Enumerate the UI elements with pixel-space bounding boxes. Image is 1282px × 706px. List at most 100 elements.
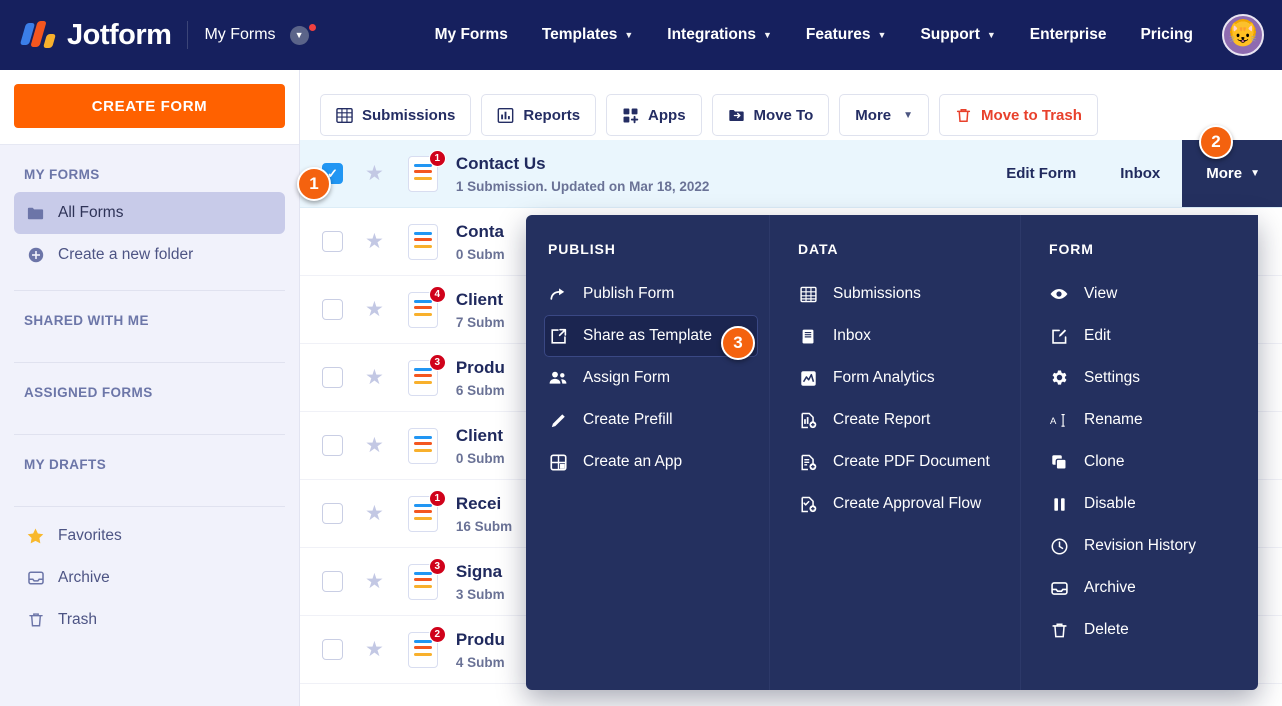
menu-item-inbox[interactable]: Inbox <box>794 315 1002 357</box>
row-meta: Produ 6 Subm <box>456 357 505 398</box>
inbox-button[interactable]: Inbox <box>1098 140 1182 207</box>
trash-red-icon <box>955 107 972 124</box>
nav-item-pricing[interactable]: Pricing <box>1123 18 1210 52</box>
menu-item-revision-history[interactable]: Revision History <box>1045 525 1240 567</box>
menu-item-create-prefill[interactable]: Create Prefill <box>544 399 758 441</box>
menu-item-create-report[interactable]: Create Report <box>794 399 1002 441</box>
menu-item-settings[interactable]: Settings <box>1045 357 1240 399</box>
form-title: Contact Us <box>455 153 546 173</box>
brand-area[interactable]: Jotform My Forms ▼ <box>0 19 316 52</box>
sidebar-item-archive[interactable]: Archive <box>14 557 285 599</box>
favorite-star-icon[interactable]: ★ <box>365 163 384 184</box>
menu-item-edit[interactable]: Edit <box>1045 315 1240 357</box>
row-meta: Contact Us 1 Submission. Updated on Mar … <box>456 153 710 194</box>
nav-label: Integrations <box>667 26 756 43</box>
brand-divider <box>187 21 189 49</box>
sidebar-section-assigned: ASSIGNED FORMS <box>0 363 299 420</box>
favorite-star-icon[interactable]: ★ <box>365 367 384 388</box>
sidebar-item-label: Archive <box>58 569 110 586</box>
step-badge-2: 2 <box>1199 125 1233 159</box>
nav-item-features[interactable]: Features ▼ <box>789 18 904 52</box>
sidebar-item-favorites[interactable]: Favorites <box>14 515 285 557</box>
table-row[interactable]: ✓ ★ 1 Contact Us 1 Submission. Updated o… <box>300 140 1282 208</box>
chevron-down-icon[interactable]: ▼ <box>289 25 309 45</box>
favorite-star-icon[interactable]: ★ <box>365 503 384 524</box>
menu-item-label: Create an App <box>583 453 683 470</box>
nav-item-integrations[interactable]: Integrations ▼ <box>650 18 789 52</box>
form-thumbnail-icon: 2 <box>407 625 446 668</box>
chevron-down-icon: ▼ <box>877 30 887 40</box>
menu-item-form-analytics[interactable]: Form Analytics <box>794 357 1002 399</box>
toolbar-button-label: Move To <box>753 106 814 124</box>
avatar[interactable]: 😺 <box>1222 14 1264 56</box>
sidebar-item-create-new-folder[interactable]: Create a new folder <box>14 234 285 276</box>
form-title: Client <box>455 289 504 309</box>
favorite-star-icon[interactable]: ★ <box>365 639 384 660</box>
menu-item-publish-form[interactable]: Publish Form <box>544 273 758 315</box>
nav-label: Pricing <box>1140 26 1193 43</box>
nav-item-templates[interactable]: Templates ▼ <box>525 18 650 52</box>
menu-item-label: Delete <box>1084 621 1129 638</box>
nav-item-enterprise[interactable]: Enterprise <box>1013 18 1124 52</box>
edit-form-button[interactable]: Edit Form <box>984 140 1098 207</box>
form-title: Produ <box>455 357 505 377</box>
nav-item-my-forms[interactable]: My Forms <box>418 18 525 52</box>
favorite-star-icon[interactable]: ★ <box>365 571 384 592</box>
menu-item-create-pdf-document[interactable]: Create PDF Document <box>794 441 1002 483</box>
menu-item-label: Create Report <box>833 411 931 428</box>
menu-item-label: Settings <box>1084 369 1141 386</box>
menu-item-delete[interactable]: Delete <box>1045 609 1240 651</box>
menu-item-create-approval-flow[interactable]: Create Approval Flow <box>794 483 1002 525</box>
menu-item-label: Assign Form <box>583 369 670 386</box>
form-subtitle: 16 Subm <box>455 519 513 535</box>
sidebar-heading-my-drafts[interactable]: MY DRAFTS <box>14 435 285 482</box>
favorite-star-icon[interactable]: ★ <box>365 299 384 320</box>
workspace-switcher[interactable]: My Forms ▼ <box>204 23 316 45</box>
sidebar-item-all-forms[interactable]: All Forms <box>14 192 285 234</box>
sidebar-section-shared: SHARED WITH ME <box>0 291 299 348</box>
eye-icon <box>1049 284 1069 304</box>
chevron-down-icon: ▼ <box>1250 168 1260 179</box>
toolbar-more-button[interactable]: More ▼ <box>839 94 930 136</box>
nav-item-support[interactable]: Support ▼ <box>903 18 1012 52</box>
toolbar-apps-button[interactable]: Apps <box>606 94 702 136</box>
toolbar-reports-button[interactable]: Reports <box>481 94 597 136</box>
toolbar-move-to-button[interactable]: Move To <box>711 94 830 136</box>
sidebar-heading-assigned-forms[interactable]: ASSIGNED FORMS <box>14 363 285 410</box>
row-checkbox[interactable] <box>322 231 343 252</box>
create-form-area: CREATE FORM <box>0 70 299 145</box>
row-checkbox[interactable] <box>322 299 343 320</box>
menu-item-submissions[interactable]: Submissions <box>794 273 1002 315</box>
row-more-button[interactable]: More ▼ <box>1182 140 1282 207</box>
pdf-plus-icon <box>798 452 818 472</box>
menu-column-title: PUBLISH <box>548 241 616 257</box>
folder-arrow-icon <box>728 107 745 124</box>
row-checkbox[interactable] <box>322 367 343 388</box>
inbox-icon <box>798 326 818 346</box>
menu-item-disable[interactable]: Disable <box>1045 483 1240 525</box>
menu-item-archive[interactable]: Archive <box>1045 567 1240 609</box>
sidebar-item-trash[interactable]: Trash <box>14 599 285 641</box>
row-checkbox[interactable] <box>322 639 343 660</box>
form-thumbnail-icon: 1 <box>407 149 446 192</box>
row-checkbox[interactable] <box>322 435 343 456</box>
menu-item-label: View <box>1084 285 1118 302</box>
sidebar-heading-shared-with-me[interactable]: SHARED WITH ME <box>14 291 285 338</box>
menu-item-label: Edit <box>1084 327 1111 344</box>
menu-item-create-an-app[interactable]: Create an App <box>544 441 758 483</box>
menu-item-view[interactable]: View <box>1045 273 1240 315</box>
create-form-button[interactable]: CREATE FORM <box>14 84 285 128</box>
menu-item-clone[interactable]: Clone <box>1045 441 1240 483</box>
toolbar-submissions-button[interactable]: Submissions <box>320 94 472 136</box>
toolbar-move-to-trash-button[interactable]: Move to Trash <box>939 94 1098 136</box>
menu-item-rename[interactable]: A Rename <box>1045 399 1240 441</box>
favorite-star-icon[interactable]: ★ <box>365 231 384 252</box>
unread-badge: 1 <box>428 149 446 167</box>
row-checkbox[interactable] <box>322 503 343 524</box>
favorite-star-icon[interactable]: ★ <box>365 435 384 456</box>
row-checkbox[interactable] <box>322 571 343 592</box>
nav-label: Enterprise <box>1029 26 1107 43</box>
nav-label: Templates <box>541 26 618 43</box>
menu-item-assign-form[interactable]: Assign Form <box>544 357 758 399</box>
form-thumbnail-icon: 1 <box>407 489 446 532</box>
